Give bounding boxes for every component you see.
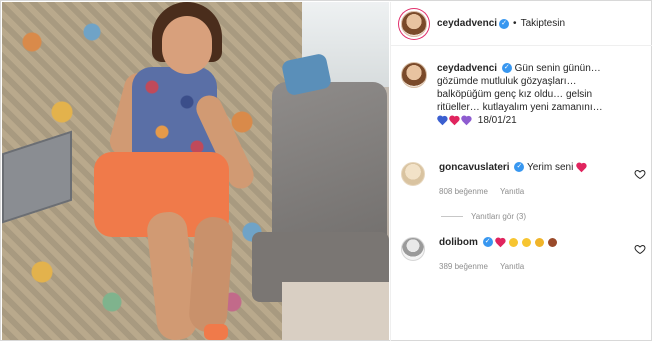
caption-line: ritüeller… kutlayalım yeni zamanını…: [437, 102, 603, 113]
caption-line: gözümde mutluluk gözyaşları…: [437, 76, 577, 87]
follow-status[interactable]: Takiptesin: [521, 18, 565, 29]
view-replies-toggle[interactable]: Yanıtları gör (3): [441, 212, 526, 221]
comment-text: Yerim seni: [526, 162, 574, 173]
verified-icon: ✓: [514, 162, 525, 173]
post-photo[interactable]: [2, 2, 389, 340]
comment-likes[interactable]: 808 beğenme: [439, 187, 488, 196]
comment-avatar[interactable]: [401, 162, 425, 186]
purple-heart-icon: [461, 116, 471, 125]
header-name-wrap: ceydadvenci ✓ • Takiptesin: [437, 18, 565, 29]
girl-face: [162, 16, 212, 74]
caption-text: ceydadvenci ✓ Gün senin günün… gözümde m…: [437, 62, 642, 127]
comment-meta: 808 beğenme Yanıtla: [439, 187, 586, 196]
red-heart-icon: [449, 116, 459, 125]
comment-body: goncavuslateri ✓ Yerim seni 808 beğenme …: [439, 162, 586, 196]
reply-button[interactable]: Yanıtla: [500, 262, 524, 271]
view-replies-label: Yanıtları gör (3): [471, 212, 526, 221]
red-heart-icon: [495, 238, 505, 247]
instagram-post-card: ceydadvenci ✓ • Takiptesin ceydadvenci ✓…: [0, 0, 652, 341]
verified-icon: ✓: [499, 18, 510, 29]
hug-emoji-icon: [534, 237, 544, 247]
verified-icon: ✓: [501, 63, 512, 74]
header-username[interactable]: ceydadvenci: [437, 18, 497, 29]
girl-sock: [204, 324, 228, 340]
comment-item: dolibom ✓ 389 beğenme Yanıtla: [401, 237, 646, 271]
comment-avatar[interactable]: [401, 237, 425, 261]
post-header: ceydadvenci ✓ • Takiptesin: [391, 2, 652, 46]
caption-username[interactable]: ceydadvenci: [437, 63, 497, 74]
post-side-panel: ceydadvenci ✓ • Takiptesin ceydadvenci ✓…: [390, 2, 652, 341]
post-caption: ceydadvenci ✓ Gün senin günün… gözümde m…: [401, 62, 646, 127]
heart-outline-icon[interactable]: [634, 243, 646, 255]
comment-item: goncavuslateri ✓ Yerim seni 808 beğenme …: [401, 162, 646, 196]
girl-leg: [188, 215, 234, 334]
caption-line: balköpüğüm genç kız oldu… gelsin: [437, 89, 593, 100]
floor: [282, 282, 389, 340]
caption-line: Gün senin günün…: [514, 63, 601, 74]
caption-avatar[interactable]: [401, 62, 427, 88]
comment-likes[interactable]: 389 beğenme: [439, 262, 488, 271]
comment-username[interactable]: dolibom: [439, 237, 478, 248]
comment-body: dolibom ✓ 389 beğenme Yanıtla: [439, 237, 557, 271]
comment-username[interactable]: goncavuslateri: [439, 162, 510, 173]
comment-meta: 389 beğenme Yanıtla: [439, 262, 557, 271]
smile-emoji-icon: [522, 237, 532, 247]
replies-line: [441, 216, 463, 217]
football-emoji-icon: [547, 237, 557, 247]
verified-icon: ✓: [482, 237, 493, 248]
avatar[interactable]: [401, 10, 427, 37]
reply-button[interactable]: Yanıtla: [500, 187, 524, 196]
heart-eyes-emoji-icon: [509, 237, 519, 247]
heart-outline-icon[interactable]: [634, 168, 646, 180]
caption-hearts: [437, 116, 471, 125]
caption-date: 18/01/21: [477, 115, 517, 126]
separator-dot: •: [513, 18, 517, 29]
blue-heart-icon: [437, 116, 447, 125]
red-heart-icon: [576, 163, 586, 172]
